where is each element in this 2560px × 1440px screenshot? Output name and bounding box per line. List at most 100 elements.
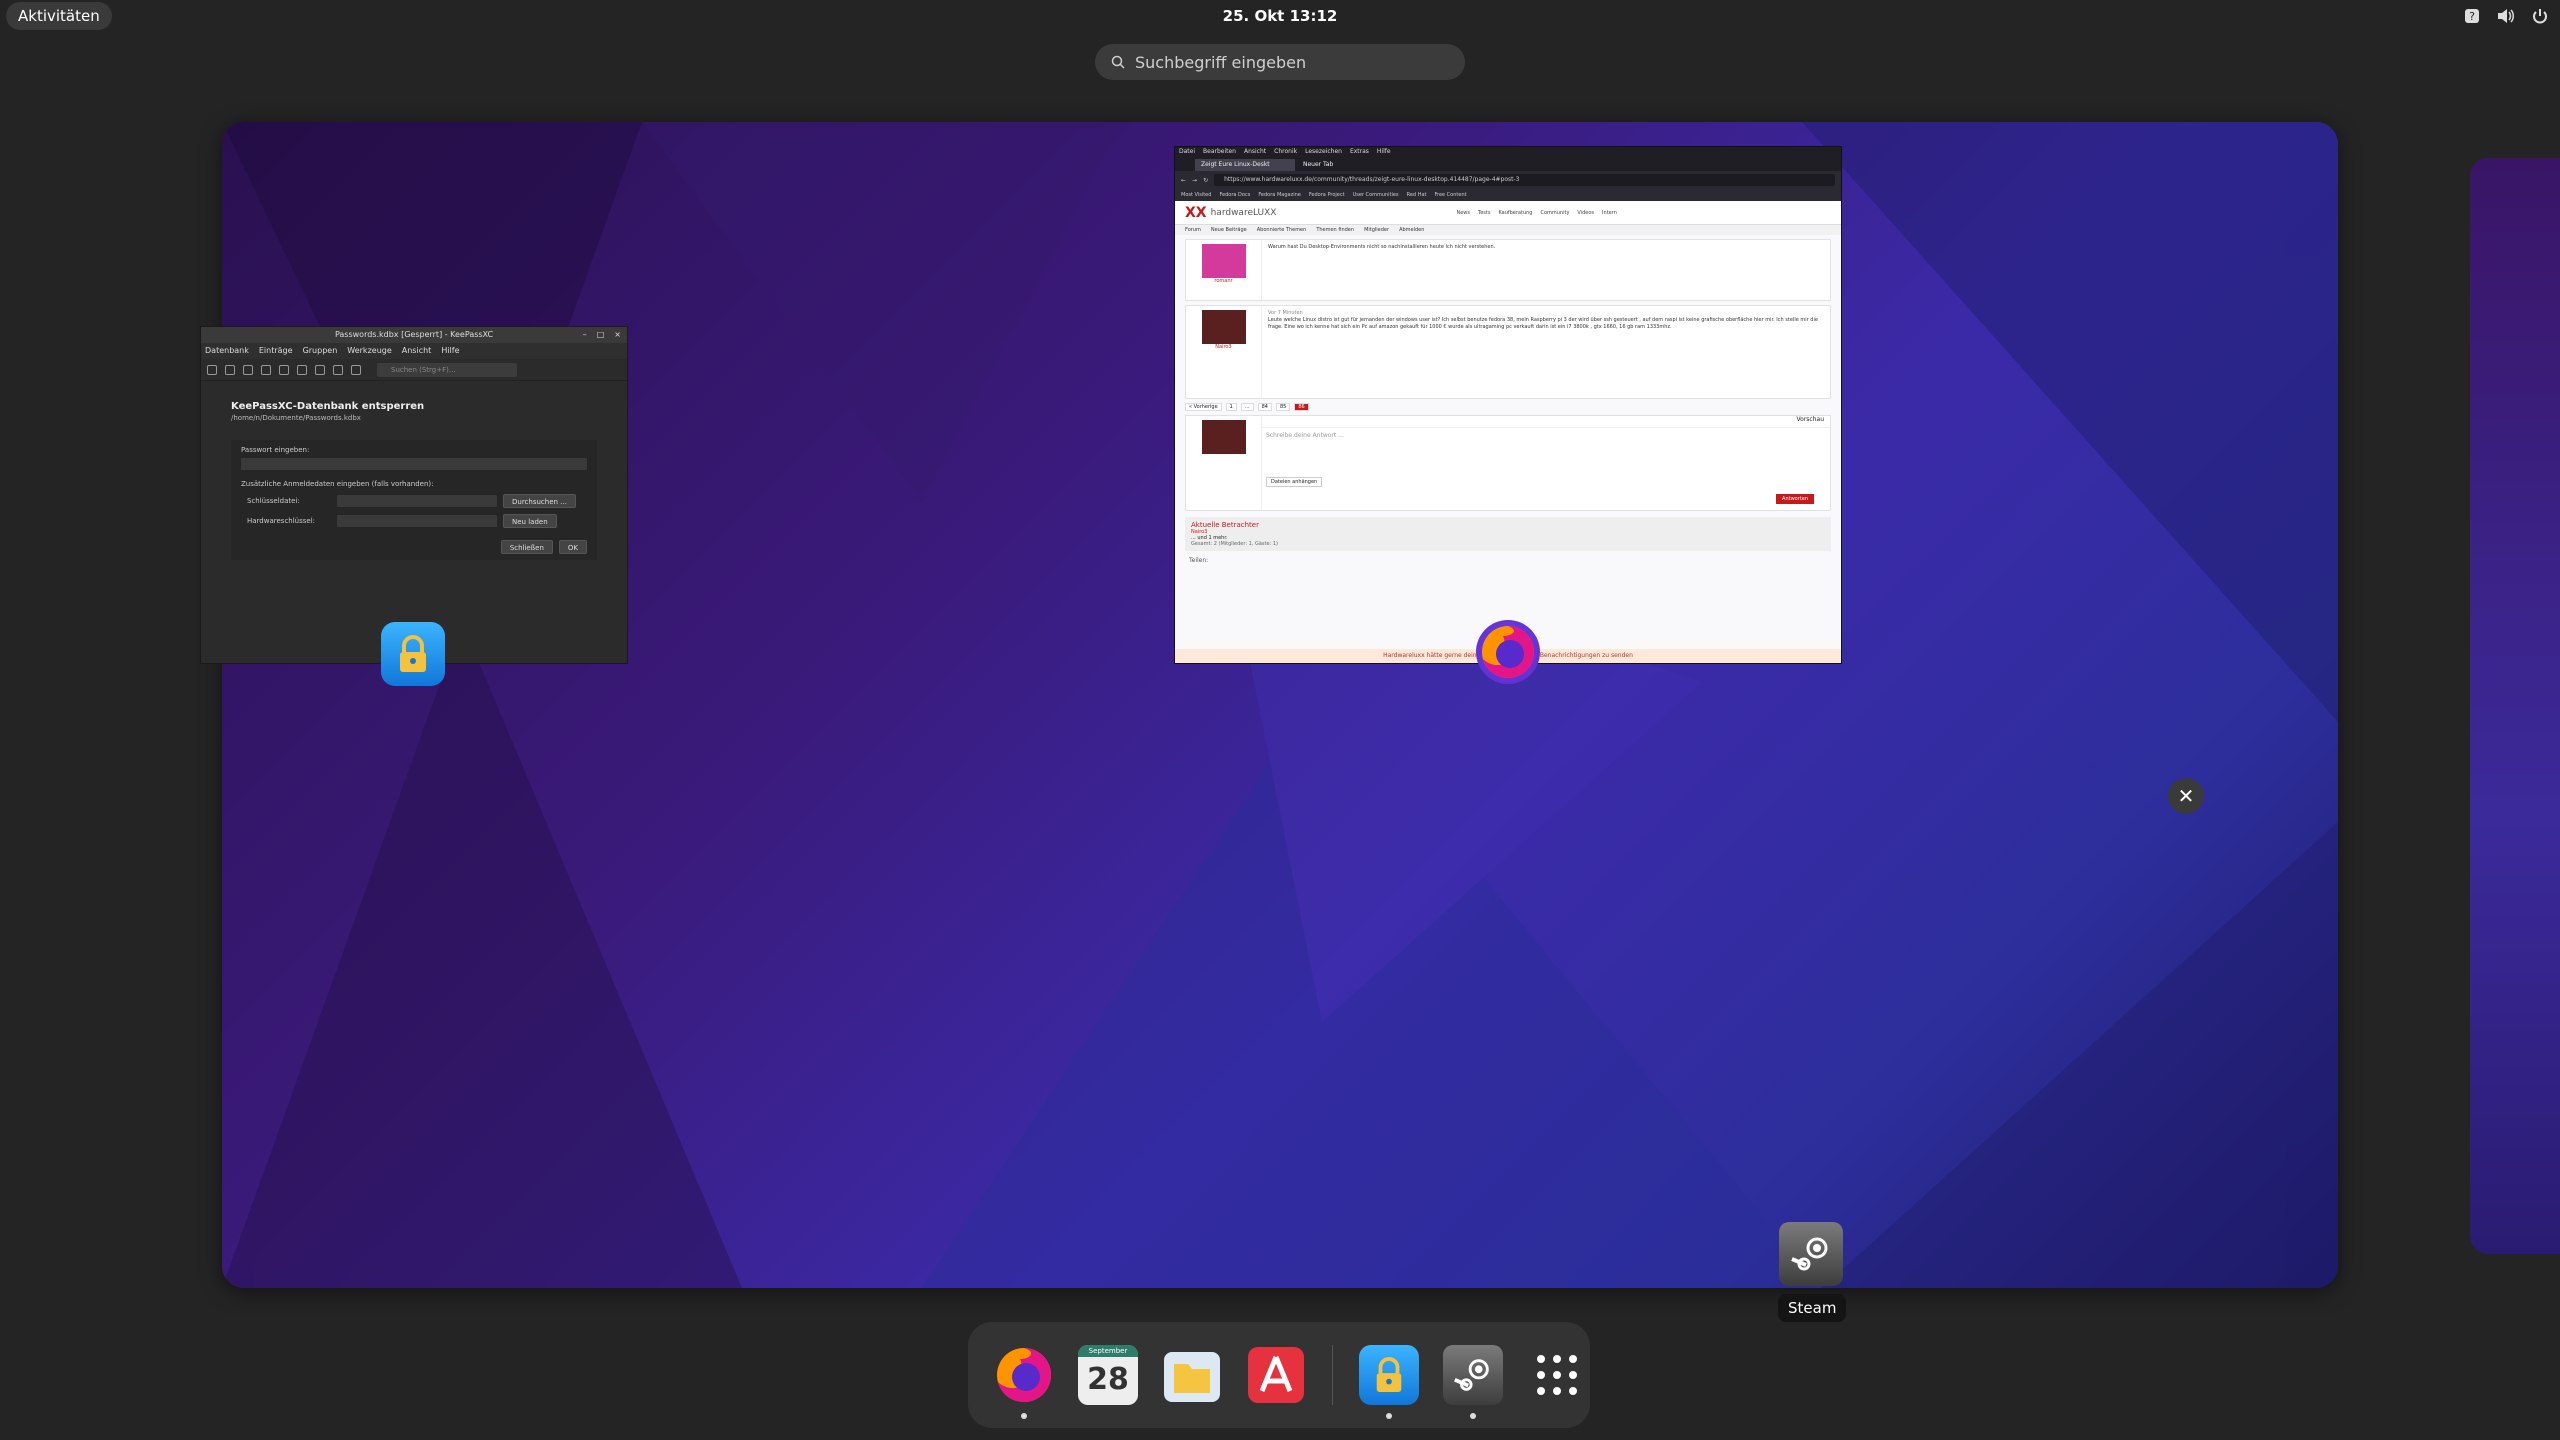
avatar[interactable] xyxy=(1201,310,1246,344)
minimize-icon[interactable]: – xyxy=(583,327,587,343)
search-input[interactable] xyxy=(1135,52,1465,72)
subnav-item[interactable]: Themen finden xyxy=(1316,225,1354,235)
reload-button[interactable]: Neu laden xyxy=(503,514,557,528)
menu-datenbank[interactable]: Datenbank xyxy=(205,343,249,359)
save-db-icon[interactable] xyxy=(225,364,235,375)
pager-page[interactable]: 84 xyxy=(1257,403,1272,411)
reply-button[interactable]: Antworten xyxy=(1776,494,1814,504)
bookmark-item[interactable]: User Communities xyxy=(1353,189,1399,201)
maximize-icon[interactable]: □ xyxy=(597,327,605,343)
reload-icon[interactable]: ↻ xyxy=(1203,177,1208,184)
ff-menu-ansicht[interactable]: Ansicht xyxy=(1244,147,1266,157)
dock-software[interactable] xyxy=(1244,1343,1308,1407)
copy-user-icon[interactable] xyxy=(315,364,325,375)
pager-page[interactable]: 1 xyxy=(1225,403,1237,411)
bookmark-item[interactable]: Most Visited xyxy=(1181,189,1211,201)
menu-werkzeuge[interactable]: Werkzeuge xyxy=(347,343,391,359)
ff-menu-chronik[interactable]: Chronik xyxy=(1274,147,1297,157)
site-nav-item[interactable]: News xyxy=(1456,210,1470,216)
tab-active[interactable]: Zeigt Eure Linux-Deskt xyxy=(1195,159,1295,171)
site-name[interactable]: hardwareLUXX xyxy=(1211,208,1277,218)
bookmark-item[interactable]: Fedora Project xyxy=(1309,189,1345,201)
site-nav-item[interactable]: Intern xyxy=(1602,210,1617,216)
open-db-icon[interactable] xyxy=(207,364,217,375)
subnav-item[interactable]: Forum xyxy=(1185,225,1201,235)
search-bar[interactable] xyxy=(1095,44,1465,80)
dock-files[interactable] xyxy=(1160,1343,1224,1407)
subnav-item[interactable]: Mitglieder xyxy=(1364,225,1389,235)
reply-textarea[interactable]: Schreibe deine Antwort ... xyxy=(1262,428,1830,478)
close-icon[interactable]: × xyxy=(614,327,621,343)
ff-menu-lesezeichen[interactable]: Lesezeichen xyxy=(1305,147,1342,157)
menu-ansicht[interactable]: Ansicht xyxy=(402,343,432,359)
pager-prev[interactable]: « Vorherige xyxy=(1185,403,1222,411)
running-indicator xyxy=(1386,1413,1392,1419)
site-nav-item[interactable]: Tests xyxy=(1478,210,1490,216)
browse-button[interactable]: Durchsuchen ... xyxy=(503,494,576,508)
steam-window-icon[interactable] xyxy=(1779,1222,1843,1286)
unlock-form: Passwort eingeben: Zusätzliche Anmeldeda… xyxy=(231,440,597,560)
dock-calendar[interactable]: September 28 xyxy=(1076,1343,1140,1407)
dock-keepassxc[interactable] xyxy=(1357,1343,1421,1419)
ff-menu-datei[interactable]: Datei xyxy=(1179,147,1195,157)
ff-menu-bearbeiten[interactable]: Bearbeiten xyxy=(1203,147,1236,157)
pager-page[interactable]: 85 xyxy=(1276,403,1291,411)
author-name[interactable]: Nairo3 xyxy=(1190,344,1257,350)
keyfile-field[interactable] xyxy=(337,495,497,507)
dock-app-grid[interactable] xyxy=(1525,1343,1589,1407)
copy-password-icon[interactable] xyxy=(333,364,343,375)
bookmark-item[interactable]: Fedora Docs xyxy=(1219,189,1250,201)
site-nav-item[interactable]: Kaufberatung xyxy=(1498,210,1532,216)
dock-firefox[interactable] xyxy=(992,1343,1056,1419)
ff-menu-extras[interactable]: Extras xyxy=(1350,147,1369,157)
author-name[interactable]: romanr xyxy=(1190,278,1257,284)
preview-button[interactable]: Vorschau xyxy=(1797,416,1824,423)
subnav-item[interactable]: Abmelden xyxy=(1399,225,1424,235)
volume-icon[interactable] xyxy=(2496,6,2516,26)
add-entry-icon[interactable] xyxy=(261,364,271,375)
lock-icon[interactable] xyxy=(243,364,253,375)
post-date: Vor 7 Minuten xyxy=(1268,310,1303,316)
back-icon[interactable]: ← xyxy=(1181,177,1186,184)
avatar[interactable] xyxy=(1201,244,1246,278)
edit-entry-icon[interactable] xyxy=(279,364,289,375)
question-icon[interactable]: ? xyxy=(2462,6,2482,26)
close-button[interactable]: Schließen xyxy=(500,540,553,554)
menu-gruppen[interactable]: Gruppen xyxy=(303,343,338,359)
firefox-window[interactable]: Datei Bearbeiten Ansicht Chronik Lesezei… xyxy=(1174,146,1842,664)
subnav-item[interactable]: Neue Beiträge xyxy=(1211,225,1247,235)
avatar[interactable] xyxy=(1201,420,1246,454)
site-logo[interactable]: XX xyxy=(1185,205,1207,221)
keepassxc-window[interactable]: Passwords.kdbx [Gesperrt] - KeePassXC – … xyxy=(200,326,628,664)
ok-button[interactable]: OK xyxy=(558,540,587,554)
dock-steam[interactable] xyxy=(1441,1343,1505,1419)
activities-button[interactable]: Aktivitäten xyxy=(6,2,112,30)
editor-toolbar[interactable]: Vorschau xyxy=(1262,416,1830,428)
bookmark-item[interactable]: Free Content xyxy=(1434,189,1466,201)
power-icon[interactable] xyxy=(2530,6,2550,26)
menu-hilfe[interactable]: Hilfe xyxy=(441,343,459,359)
forward-icon[interactable]: → xyxy=(1192,177,1197,184)
system-tray[interactable]: ? xyxy=(2462,0,2550,32)
password-field[interactable] xyxy=(241,458,587,470)
subnav-item[interactable]: Abonnierte Themen xyxy=(1257,225,1307,235)
bookmark-item[interactable]: Fedora Magazine xyxy=(1258,189,1301,201)
settings-icon[interactable] xyxy=(351,364,361,375)
keepass-titlebar[interactable]: Passwords.kdbx [Gesperrt] - KeePassXC – … xyxy=(201,327,627,343)
ff-menu-hilfe[interactable]: Hilfe xyxy=(1377,147,1391,157)
tab-new[interactable]: Neuer Tab xyxy=(1297,159,1397,171)
delete-entry-icon[interactable] xyxy=(297,364,307,375)
bookmark-item[interactable]: Red Hat xyxy=(1407,189,1427,201)
keepass-search-input[interactable]: Suchen (Strg+F)... xyxy=(377,362,517,377)
hardware-key-select[interactable] xyxy=(337,515,497,527)
post-author: Nairo3 xyxy=(1186,306,1262,398)
attach-files-button[interactable]: Dateien anhängen xyxy=(1266,477,1323,487)
close-window-button[interactable]: ✕ xyxy=(2168,778,2204,814)
site-nav-item[interactable]: Videos xyxy=(1577,210,1594,216)
menu-eintraege[interactable]: Einträge xyxy=(259,343,293,359)
url-field[interactable]: https://www.hardwareluxx.de/community/th… xyxy=(1214,174,1835,186)
clock[interactable]: 25. Okt 13:12 xyxy=(1180,0,1380,32)
site-nav-item[interactable]: Community xyxy=(1540,210,1569,216)
next-workspace-thumbnail[interactable] xyxy=(2470,158,2560,1254)
pager-page-current[interactable]: 86 xyxy=(1294,403,1309,411)
